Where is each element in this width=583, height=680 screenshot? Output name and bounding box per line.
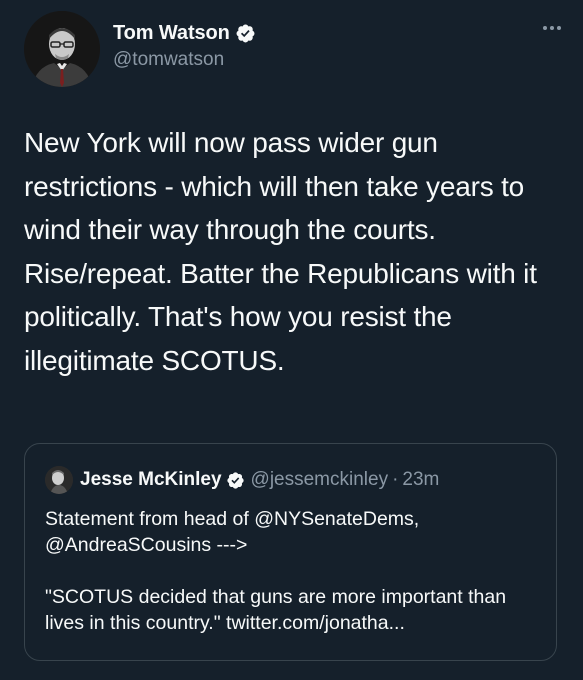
tweet-text: New York will now pass wider gun restric… bbox=[24, 127, 537, 376]
more-horizontal-icon[interactable] bbox=[543, 26, 561, 30]
quoted-author-name: Jesse McKinley bbox=[80, 469, 222, 490]
verified-badge-icon bbox=[235, 23, 256, 44]
quoted-tweet-text: Statement from head of @NYSenateDems, @A… bbox=[45, 506, 545, 636]
quoted-verified-badge-icon bbox=[226, 471, 245, 490]
quoted-tweet-header: Jesse McKinley @jessemckinley · 23m bbox=[45, 466, 439, 494]
tweet-card: Tom Watson @tomwatson New York will now … bbox=[0, 0, 583, 680]
separator-dot: · bbox=[392, 469, 399, 490]
author-avatar[interactable] bbox=[24, 11, 100, 87]
author-name[interactable]: Tom Watson bbox=[113, 22, 230, 45]
quoted-author-handle: @jessemckinley bbox=[250, 469, 389, 490]
author-handle[interactable]: @tomwatson bbox=[113, 49, 256, 71]
quoted-tweet[interactable]: Jesse McKinley @jessemckinley · 23m Stat… bbox=[24, 443, 557, 661]
quoted-paragraph: Statement from head of @NYSenateDems, @A… bbox=[45, 508, 420, 556]
quoted-author-avatar bbox=[45, 466, 73, 494]
quoted-paragraph: "SCOTUS decided that guns are more impor… bbox=[45, 586, 507, 634]
author-info: Tom Watson @tomwatson bbox=[113, 20, 256, 71]
quoted-timestamp: 23m bbox=[402, 469, 440, 490]
